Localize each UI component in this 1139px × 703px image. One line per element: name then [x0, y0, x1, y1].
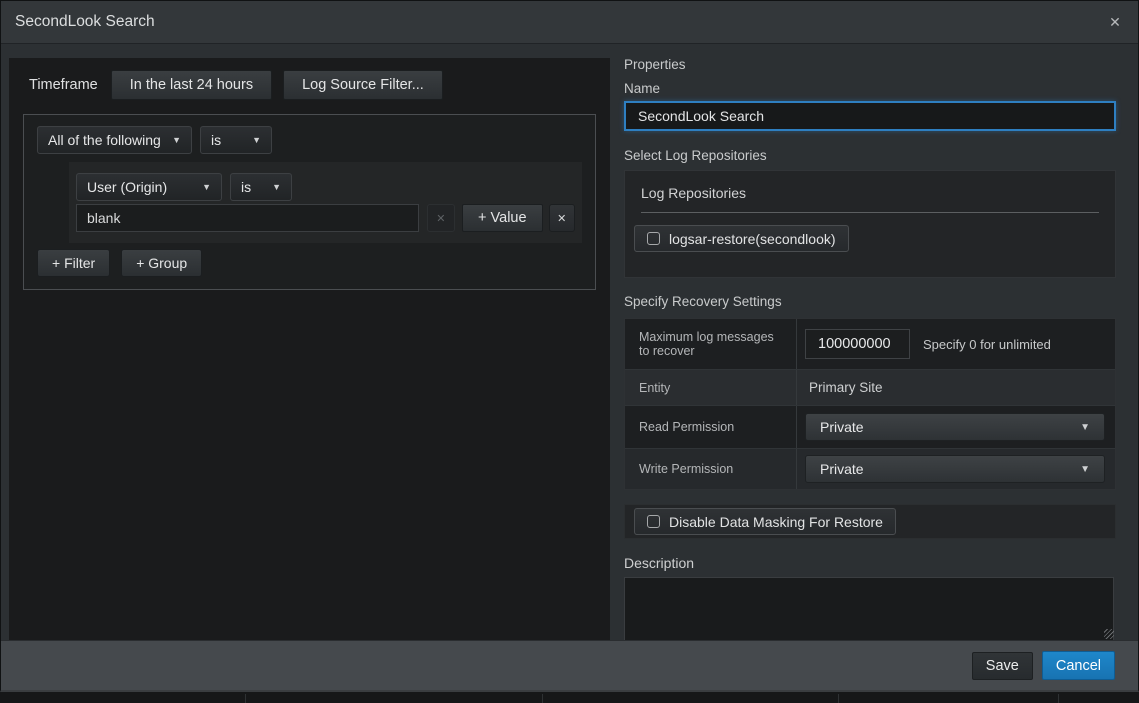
- filter-value-input[interactable]: [76, 204, 419, 232]
- timeframe-row: Timeframe In the last 24 hours Log Sourc…: [9, 58, 610, 100]
- background-divider: [838, 694, 839, 703]
- description-wrap: [624, 577, 1116, 641]
- chevron-down-icon: ▼: [272, 182, 281, 192]
- log-source-filter-button[interactable]: Log Source Filter...: [283, 70, 443, 100]
- disable-masking-checkbox-item[interactable]: Disable Data Masking For Restore: [634, 508, 896, 535]
- description-label: Description: [624, 555, 1116, 571]
- read-permission-dropdown[interactable]: Private ▼: [805, 413, 1105, 441]
- field-value: User (Origin): [87, 179, 167, 195]
- table-row: Read Permission Private ▼: [625, 405, 1115, 448]
- secondlook-search-dialog: SecondLook Search ✕ Timeframe In the las…: [0, 0, 1139, 692]
- group-operator-dropdown[interactable]: All of the following ▼: [37, 126, 192, 154]
- max-messages-input[interactable]: [805, 329, 910, 359]
- data-masking-strip: Disable Data Masking For Restore: [624, 504, 1116, 539]
- recovery-settings-table: Maximum log messages to recover Specify …: [624, 318, 1116, 490]
- repos-section-label: Select Log Repositories: [624, 148, 1116, 163]
- background-page-strip: [0, 691, 1139, 703]
- dialog-footer: Save Cancel: [1, 640, 1138, 690]
- cancel-button[interactable]: Cancel: [1042, 651, 1115, 680]
- screen: SecondLook Search ✕ Timeframe In the las…: [0, 0, 1139, 703]
- table-row: Entity Primary Site: [625, 369, 1115, 405]
- filter-group-container: All of the following ▼ is ▼ User (Origin…: [23, 114, 596, 290]
- chevron-down-icon: ▼: [1080, 422, 1090, 433]
- add-value-button[interactable]: + Value: [462, 204, 543, 232]
- query-builder-panel: Timeframe In the last 24 hours Log Sourc…: [9, 58, 610, 642]
- add-filter-button[interactable]: + Filter: [37, 249, 110, 277]
- close-icon[interactable]: ✕: [1105, 12, 1125, 32]
- table-row: Write Permission Private ▼: [625, 448, 1115, 489]
- field-row: User (Origin) ▼ is ▼: [76, 173, 575, 201]
- disable-masking-label: Disable Data Masking For Restore: [669, 514, 883, 530]
- add-buttons-row: + Filter + Group: [37, 249, 582, 277]
- checkbox-unchecked-icon[interactable]: [647, 515, 660, 528]
- group-condition-value: is: [211, 132, 221, 148]
- chevron-down-icon: ▼: [202, 182, 211, 192]
- repo-checkbox-item[interactable]: logsar-restore(secondlook): [634, 225, 849, 252]
- dialog-title: SecondLook Search: [15, 13, 155, 31]
- recovery-section-label: Specify Recovery Settings: [624, 294, 1116, 309]
- properties-section-label: Properties: [624, 57, 1116, 72]
- name-label: Name: [624, 81, 1116, 96]
- log-repositories-header: Log Repositories: [625, 183, 1115, 201]
- write-permission-label: Write Permission: [625, 449, 797, 489]
- filter-row-group: User (Origin) ▼ is ▼ ✕ + Value ✕: [69, 162, 582, 243]
- field-condition-value: is: [241, 179, 251, 195]
- read-permission-label: Read Permission: [625, 406, 797, 448]
- max-messages-cell: Specify 0 for unlimited: [797, 319, 1115, 369]
- entity-value: Primary Site: [805, 380, 883, 395]
- name-input[interactable]: [624, 101, 1116, 131]
- max-messages-hint: Specify 0 for unlimited: [923, 337, 1051, 352]
- chevron-down-icon: ▼: [1080, 464, 1090, 475]
- chevron-down-icon: ▼: [252, 135, 261, 145]
- remove-value-icon: ✕: [427, 204, 455, 232]
- divider: [641, 212, 1099, 213]
- chevron-down-icon: ▼: [172, 135, 181, 145]
- group-operator-row: All of the following ▼ is ▼: [37, 126, 582, 154]
- group-condition-dropdown[interactable]: is ▼: [200, 126, 272, 154]
- field-condition-dropdown[interactable]: is ▼: [230, 173, 292, 201]
- remove-filter-icon[interactable]: ✕: [549, 204, 575, 232]
- table-row: Maximum log messages to recover Specify …: [625, 319, 1115, 369]
- read-permission-value: Private: [820, 419, 864, 435]
- read-permission-cell: Private ▼: [797, 406, 1115, 448]
- max-messages-label: Maximum log messages to recover: [625, 319, 797, 369]
- description-textarea[interactable]: [624, 577, 1114, 641]
- dialog-titlebar: SecondLook Search ✕: [1, 1, 1138, 44]
- timeframe-label: Timeframe: [29, 77, 98, 93]
- add-group-button[interactable]: + Group: [121, 249, 202, 277]
- group-operator-value: All of the following: [48, 132, 161, 148]
- write-permission-dropdown[interactable]: Private ▼: [805, 455, 1105, 483]
- resize-handle-icon[interactable]: [1104, 629, 1114, 639]
- entity-cell: Primary Site: [797, 370, 1115, 405]
- value-row: ✕ + Value ✕: [76, 204, 575, 232]
- write-permission-value: Private: [820, 461, 864, 477]
- timeframe-button[interactable]: In the last 24 hours: [111, 70, 272, 100]
- field-dropdown[interactable]: User (Origin) ▼: [76, 173, 222, 201]
- save-button[interactable]: Save: [972, 652, 1033, 680]
- repo-item-label: logsar-restore(secondlook): [669, 231, 836, 247]
- background-divider: [245, 694, 246, 703]
- checkbox-unchecked-icon[interactable]: [647, 232, 660, 245]
- background-divider: [542, 694, 543, 703]
- background-divider: [1058, 694, 1059, 703]
- write-permission-cell: Private ▼: [797, 449, 1115, 489]
- properties-panel: Properties Name Select Log Repositories …: [624, 57, 1116, 641]
- entity-label: Entity: [625, 370, 797, 405]
- log-repositories-panel: Log Repositories logsar-restore(secondlo…: [624, 170, 1116, 278]
